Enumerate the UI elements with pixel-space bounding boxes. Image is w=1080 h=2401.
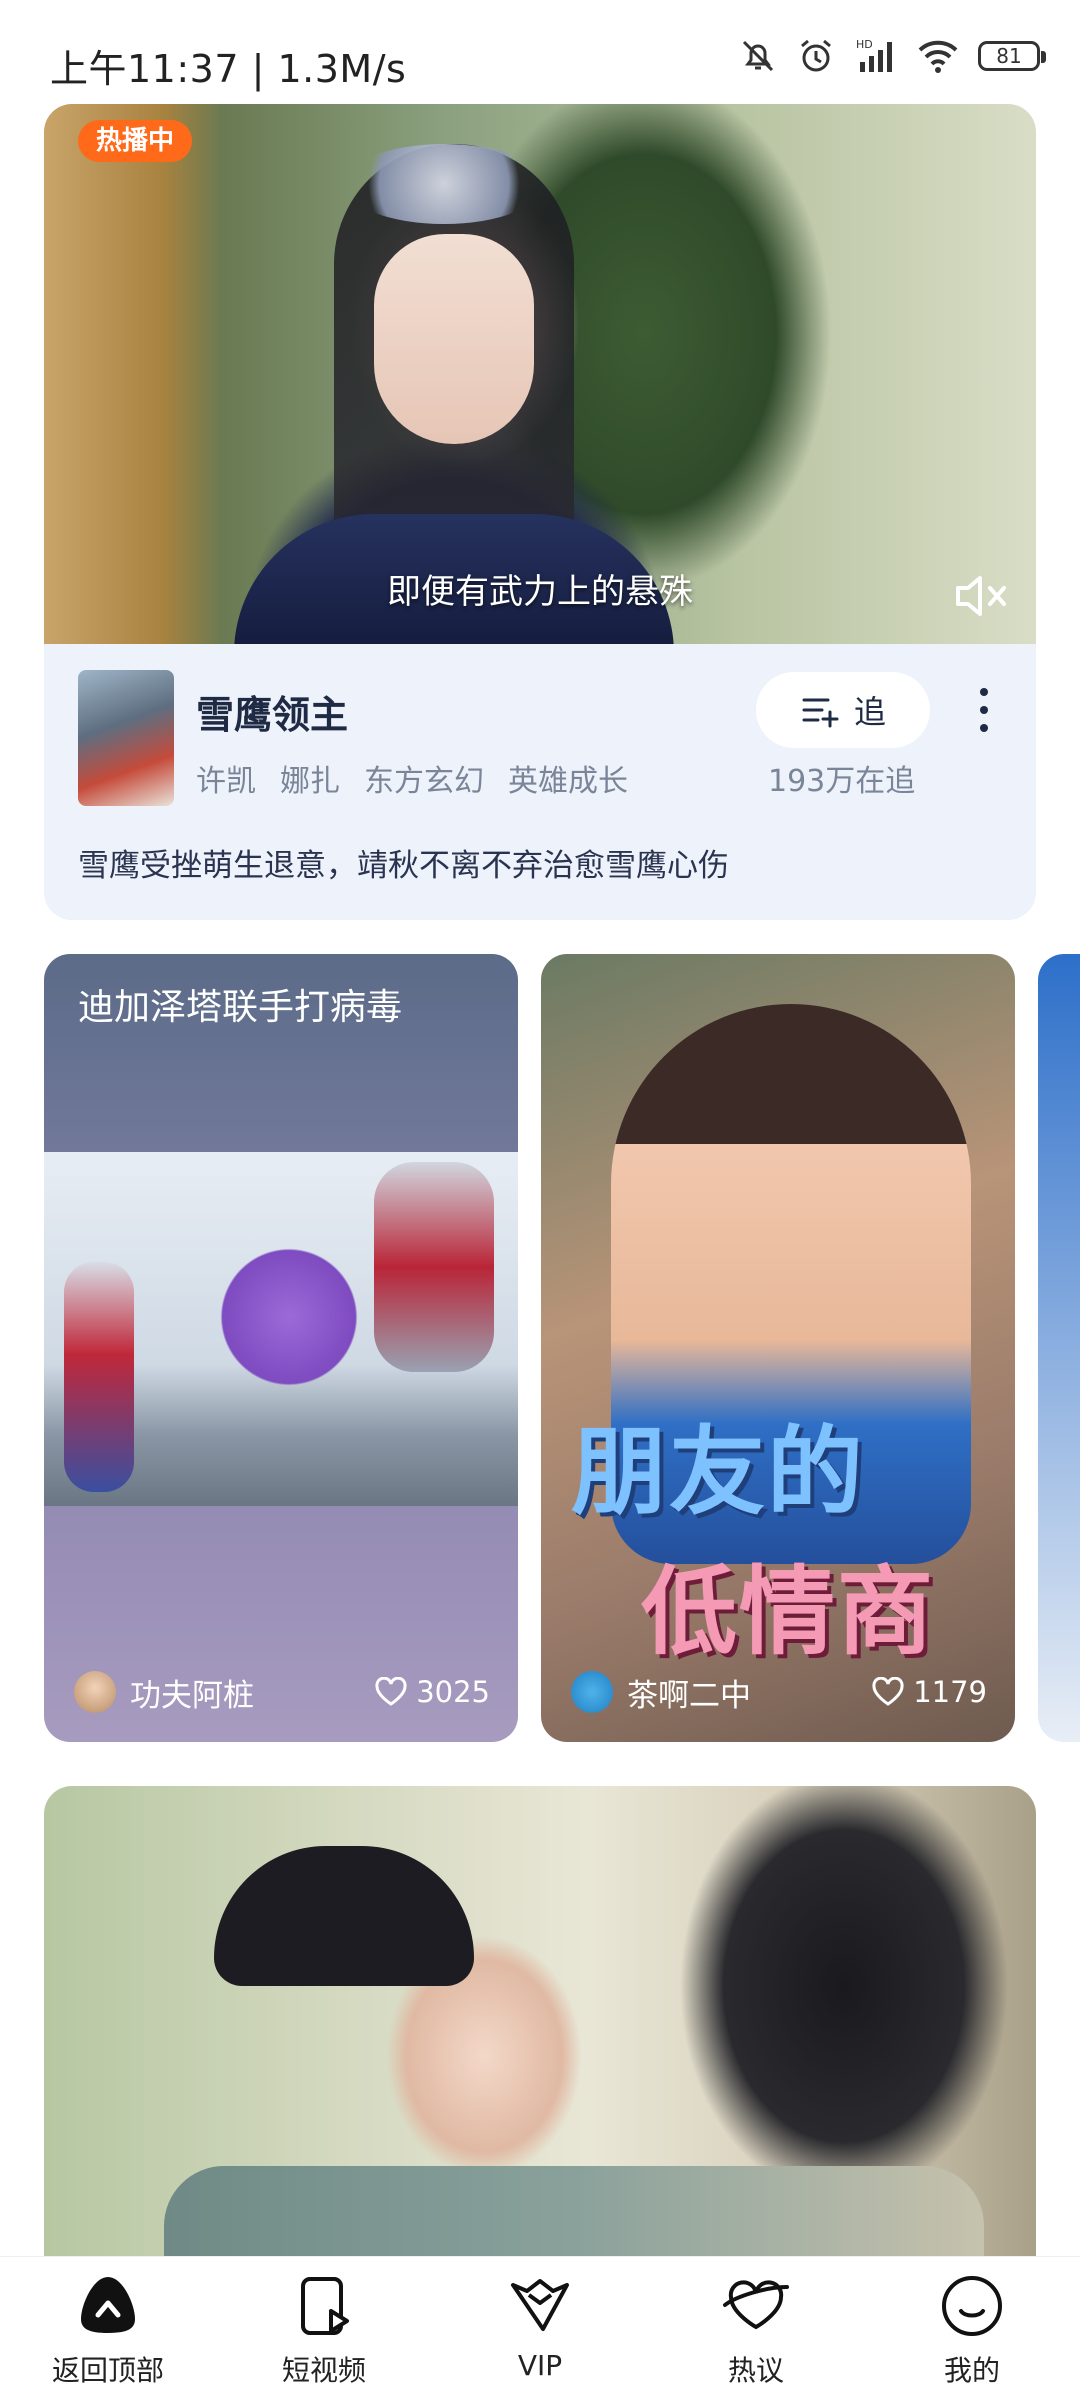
like-count-value: 1179 — [913, 1675, 987, 1709]
thumbnail-overlay-text: 朋友的 — [571, 1416, 865, 1528]
mute-bell-icon — [742, 40, 774, 72]
signal-icon: HD — [856, 38, 892, 72]
featured-show-info: 雪鹰领主 许凯 娜扎 东方玄幻 英雄成长 追 193万在追 雪鹰受挫萌生退意，靖… — [44, 644, 1036, 920]
show-title[interactable]: 雪鹰领主 — [196, 684, 348, 739]
short-video-card[interactable]: 迪加泽塔联手打病毒 功夫阿桩 3025 — [44, 954, 518, 1742]
short-video-icon — [289, 2271, 359, 2341]
status-bar: 上午11:37 | 1.3M/s HD 81 — [0, 0, 1080, 100]
nav-back-to-top[interactable]: 返回顶部 — [0, 2257, 216, 2401]
thumbnail-overlay-text: 低情商 — [641, 1556, 935, 1668]
video-frame-face — [374, 234, 534, 444]
like-count[interactable]: 1179 — [871, 1675, 987, 1709]
hot-playing-badge: 热播中 — [78, 120, 193, 162]
show-description: 雪鹰受挫萌生退意，靖秋不离不弃治愈雪鹰心伤 — [78, 848, 729, 884]
author-name[interactable]: 茶啊二中 — [627, 1670, 871, 1715]
show-tag[interactable]: 英雄成长 — [508, 756, 628, 800]
nav-label: VIP — [517, 2349, 563, 2382]
nav-hot-discussion[interactable]: 热议 — [648, 2257, 864, 2401]
short-video-card[interactable]: 朋友的 低情商 茶啊二中 1179 — [541, 954, 1015, 1742]
show-poster[interactable] — [78, 670, 174, 806]
more-options-icon[interactable] — [972, 682, 996, 746]
vip-crown-icon — [505, 2271, 575, 2341]
nav-profile[interactable]: 我的 — [864, 2257, 1080, 2401]
wifi-icon — [918, 40, 958, 73]
featured-video-player[interactable]: 热播中 即便有武力上的悬殊 — [44, 104, 1036, 654]
like-count-value: 3025 — [416, 1675, 490, 1709]
profile-icon — [937, 2271, 1007, 2341]
video-frame-robe — [164, 2166, 984, 2256]
short-video-thumbnail — [44, 1152, 518, 1506]
thumbnail-figure-right — [374, 1162, 494, 1372]
short-video-card-partial[interactable] — [1038, 954, 1080, 1742]
nav-label: 短视频 — [281, 2354, 366, 2387]
show-tags: 许凯 娜扎 东方玄幻 英雄成长 — [196, 756, 628, 800]
show-tag[interactable]: 娜扎 — [280, 756, 340, 800]
alarm-icon — [801, 39, 831, 72]
video-subtitle: 即便有武力上的悬殊 — [387, 572, 693, 612]
nav-label: 热议 — [727, 2354, 784, 2387]
status-time: 上午11:37 | 1.3M/s — [50, 47, 407, 91]
thumbnail-figure-left — [64, 1262, 134, 1492]
svg-text:HD: HD — [856, 38, 873, 51]
short-video-footer: 功夫阿桩 3025 — [74, 1668, 490, 1716]
follow-label: 追 — [853, 693, 886, 731]
show-tag[interactable]: 许凯 — [196, 756, 256, 800]
follow-count: 193万在追 — [768, 764, 916, 799]
like-count[interactable]: 3025 — [374, 1675, 490, 1709]
heart-icon — [375, 1677, 407, 1706]
heart-icon — [872, 1677, 904, 1706]
battery-indicator: 81 — [978, 41, 1046, 71]
nav-label: 我的 — [943, 2354, 1000, 2387]
video-card[interactable] — [44, 1786, 1036, 2256]
avatar[interactable] — [74, 1671, 116, 1713]
status-icons: HD 81 — [738, 36, 1046, 76]
nav-vip[interactable]: VIP — [432, 2257, 648, 2401]
featured-video-card[interactable]: 热播中 即便有武力上的悬殊 雪鹰领主 许凯 娜扎 东方玄幻 英雄成长 追 193… — [44, 104, 1036, 920]
follow-button[interactable]: 追 — [756, 672, 930, 748]
mute-icon[interactable] — [952, 568, 1012, 624]
author-name[interactable]: 功夫阿桩 — [130, 1670, 374, 1715]
video-frame-hat — [214, 1846, 474, 1986]
show-tag[interactable]: 东方玄幻 — [364, 756, 484, 800]
short-video-footer: 茶啊二中 1179 — [571, 1668, 987, 1716]
nav-short-video[interactable]: 短视频 — [216, 2257, 432, 2401]
add-to-list-icon — [802, 698, 839, 728]
hot-discussion-icon — [721, 2271, 791, 2341]
short-video-title: 迪加泽塔联手打病毒 — [78, 987, 403, 1028]
back-to-top-icon — [73, 2271, 143, 2341]
video-frame-headdress — [344, 144, 544, 224]
bottom-navigation: 返回顶部 短视频 VIP 热议 我的 — [0, 2256, 1080, 2401]
avatar[interactable] — [571, 1671, 613, 1713]
nav-label: 返回顶部 — [51, 2354, 164, 2387]
